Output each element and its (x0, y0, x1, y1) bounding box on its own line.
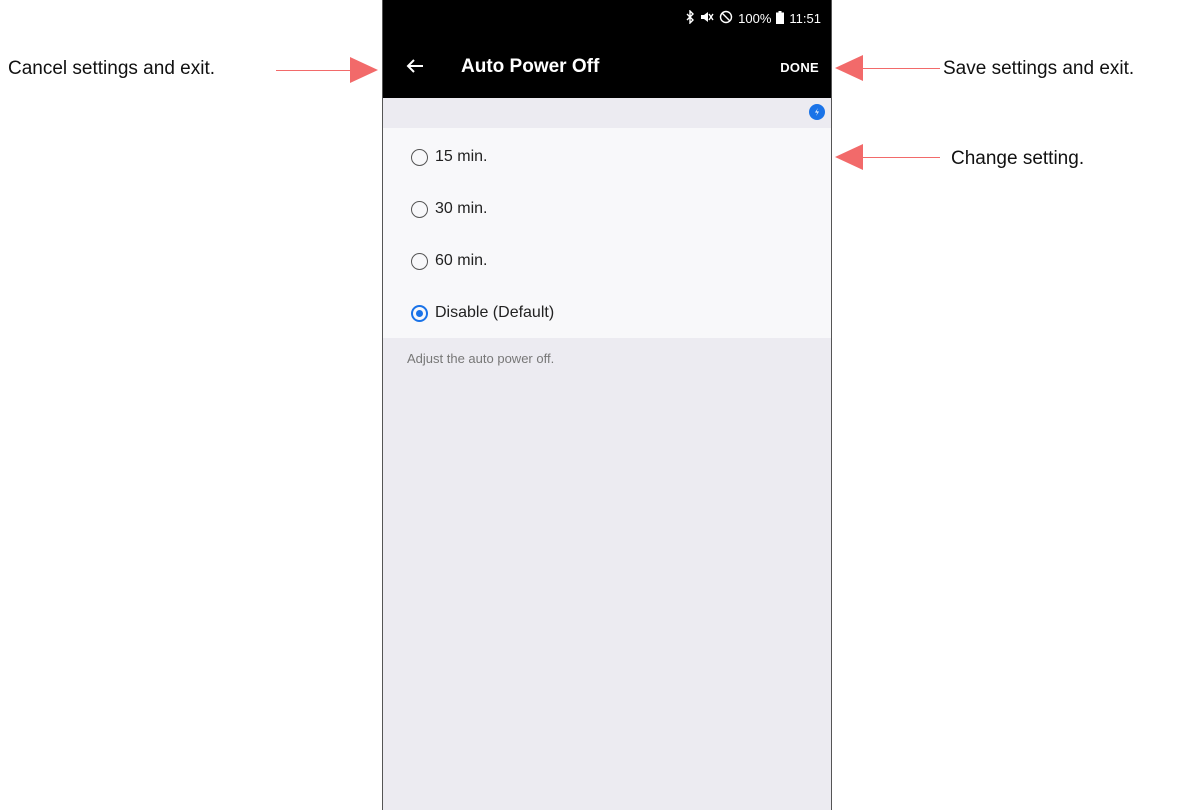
option-label: 60 min. (435, 252, 488, 269)
radio-icon[interactable] (411, 200, 428, 218)
option-label: 30 min. (435, 200, 488, 217)
callout-save-line (860, 68, 940, 69)
page-title: Auto Power Off (461, 56, 600, 77)
option-30-min[interactable]: 30 min. (411, 194, 487, 224)
option-label: 15 min. (435, 148, 488, 165)
phone-screen: 100% 11:51 Auto Power Off DONE 15 min. 3… (382, 0, 832, 810)
done-button[interactable]: DONE (780, 60, 819, 75)
radio-icon[interactable] (411, 252, 428, 270)
radio-icon[interactable] (411, 148, 428, 166)
back-arrow-icon (406, 58, 424, 79)
description-text: Adjust the auto power off. (407, 351, 555, 366)
radio-icon-selected[interactable] (411, 304, 428, 322)
option-list: 15 min. 30 min. 60 min. Disable (Default… (383, 128, 831, 338)
option-label: Disable (Default) (435, 304, 555, 321)
sync-icon (809, 104, 825, 120)
callout-save: Save settings and exit. (943, 58, 1135, 79)
battery-percent: 100% (738, 11, 772, 26)
no-disturb-icon (719, 10, 733, 27)
option-15-min[interactable]: 15 min. (411, 142, 487, 172)
bluetooth-icon (685, 9, 695, 27)
app-bar: Auto Power Off DONE (383, 38, 831, 98)
callout-change-arrow (835, 144, 863, 170)
callout-cancel: Cancel settings and exit. (8, 58, 216, 79)
battery-icon (776, 10, 785, 27)
callout-change: Change setting. (951, 148, 1085, 169)
callout-cancel-line (276, 70, 352, 71)
status-bar: 100% 11:51 (383, 0, 831, 38)
callout-change-line (860, 157, 940, 158)
clock: 11:51 (789, 11, 821, 26)
option-disable[interactable]: Disable (Default) (411, 298, 554, 328)
status-icons: 100% 11:51 (685, 9, 821, 27)
option-60-min[interactable]: 60 min. (411, 246, 487, 276)
mute-icon (700, 10, 714, 27)
back-button[interactable] (399, 52, 431, 84)
callout-cancel-arrow (350, 57, 378, 83)
callout-save-arrow (835, 55, 863, 81)
